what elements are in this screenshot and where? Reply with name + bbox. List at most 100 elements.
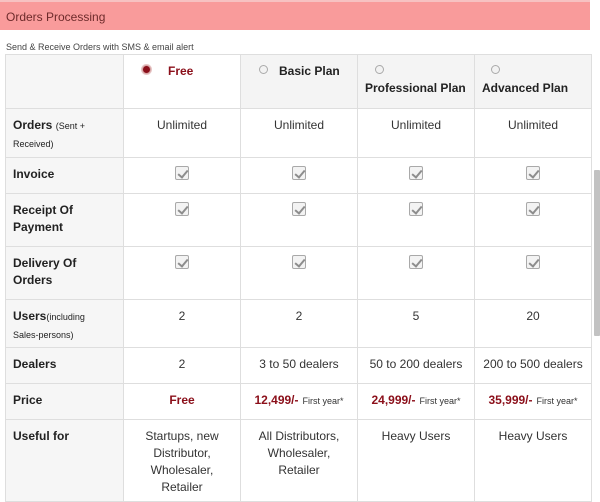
delivery-label-line1: Delivery Of [13, 256, 77, 270]
useful-basic-line: All Distributors, [258, 429, 340, 443]
orders-basic: Unlimited [240, 108, 358, 158]
checkmark-icon [175, 166, 189, 180]
receipt-advanced [474, 193, 592, 247]
receipt-label-line1: Receipt Of [13, 203, 74, 217]
table-row-price: Price Free 12,499/- First year* 24,999/- F… [5, 383, 592, 420]
price-advanced-note: First year* [536, 396, 578, 406]
row-label-receipt: Receipt Of Payment [5, 193, 124, 247]
users-basic: 2 [240, 299, 358, 348]
useful-advanced: Heavy Users [474, 419, 592, 502]
plan-name-free: Free [168, 64, 194, 78]
orders-label: Orders [13, 118, 53, 132]
invoice-basic [240, 157, 358, 194]
checkmark-icon [409, 166, 423, 180]
row-label-dealers: Dealers [5, 347, 124, 384]
table-row-dealers: Dealers 2 3 to 50 dealers 50 to 200 deal… [5, 347, 592, 384]
receipt-professional [357, 193, 475, 247]
users-professional: 5 [357, 299, 475, 348]
dealers-free: 2 [123, 347, 241, 384]
users-note-line1: (including [46, 312, 85, 322]
plan-comparison-table: Free Basic Plan Professional Plan Advanc… [5, 54, 592, 502]
section-subtitle: Send & Receive Orders with SMS & email a… [6, 42, 194, 52]
radio-advanced-icon[interactable] [491, 65, 500, 74]
vertical-scrollbar[interactable] [594, 170, 600, 336]
useful-professional: Heavy Users [357, 419, 475, 502]
table-row-useful: Useful for Startups, new Distributor, Wh… [5, 419, 592, 502]
plan-header-row: Free Basic Plan Professional Plan Advanc… [5, 54, 592, 109]
header-corner-cell [5, 54, 124, 109]
dealers-basic: 3 to 50 dealers [240, 347, 358, 384]
table-row-users: Users(including Sales-persons) 2 2 5 20 [5, 299, 592, 348]
plan-option-basic[interactable]: Basic Plan [240, 54, 358, 109]
checkmark-icon [175, 255, 189, 269]
table-row-receipt: Receipt Of Payment [5, 193, 592, 247]
checkmark-icon [526, 255, 540, 269]
users-label: Users [13, 309, 47, 323]
price-basic: 12,499/- First year* [240, 383, 358, 420]
checkmark-icon [526, 202, 540, 216]
checkmark-icon [409, 255, 423, 269]
dealers-professional: 50 to 200 dealers [357, 347, 475, 384]
useful-basic: All Distributors, Wholesaler, Retailer [240, 419, 358, 502]
price-basic-note: First year* [302, 396, 344, 406]
price-free: Free [123, 383, 241, 420]
plan-option-advanced[interactable]: Advanced Plan [474, 54, 592, 109]
radio-professional-icon[interactable] [375, 65, 384, 74]
row-label-delivery: Delivery Of Orders [5, 246, 124, 300]
price-professional: 24,999/- First year* [357, 383, 475, 420]
price-advanced-value: 35,999/- [488, 393, 533, 407]
row-label-users: Users(including Sales-persons) [5, 299, 124, 348]
orders-advanced: Unlimited [474, 108, 592, 158]
delivery-advanced [474, 246, 592, 300]
users-advanced: 20 [474, 299, 592, 348]
orders-free: Unlimited [123, 108, 241, 158]
price-professional-value: 24,999/- [371, 393, 416, 407]
plan-option-professional[interactable]: Professional Plan [357, 54, 475, 109]
dealers-advanced: 200 to 500 dealers [474, 347, 592, 384]
checkmark-icon [175, 202, 189, 216]
invoice-free [123, 157, 241, 194]
useful-basic-line: Retailer [278, 463, 320, 477]
section-title: Orders Processing [6, 10, 106, 24]
section-header: Orders Processing [0, 0, 590, 30]
invoice-advanced [474, 157, 592, 194]
price-professional-note: First year* [419, 396, 461, 406]
radio-free-selected-icon[interactable] [142, 65, 151, 74]
delivery-free [123, 246, 241, 300]
price-advanced: 35,999/- First year* [474, 383, 592, 420]
table-row-orders: Orders (Sent + Received) Unlimited Unlim… [5, 108, 592, 158]
row-label-price: Price [5, 383, 124, 420]
invoice-professional [357, 157, 475, 194]
useful-free: Startups, new Distributor, Wholesaler, R… [123, 419, 241, 502]
radio-basic-icon[interactable] [259, 65, 268, 74]
delivery-professional [357, 246, 475, 300]
delivery-label-line2: Orders [13, 273, 53, 287]
row-label-useful: Useful for [5, 419, 124, 502]
receipt-label-line2: Payment [13, 220, 64, 234]
table-row-invoice: Invoice [5, 157, 592, 194]
checkmark-icon [409, 202, 423, 216]
useful-free-line: Startups, new [145, 429, 219, 443]
useful-free-line: Distributor, [153, 446, 211, 460]
price-free-value: Free [169, 393, 195, 407]
receipt-free [123, 193, 241, 247]
checkmark-icon [292, 255, 306, 269]
orders-professional: Unlimited [357, 108, 475, 158]
price-basic-value: 12,499/- [254, 393, 299, 407]
users-free: 2 [123, 299, 241, 348]
useful-free-line: Wholesaler, [150, 463, 214, 477]
plan-option-free[interactable]: Free [123, 54, 241, 109]
checkmark-icon [526, 166, 540, 180]
users-note-line2: Sales-persons) [13, 330, 74, 340]
useful-basic-line: Wholesaler, [267, 446, 331, 460]
table-row-delivery: Delivery Of Orders [5, 246, 592, 300]
row-label-invoice: Invoice [5, 157, 124, 194]
checkmark-icon [292, 202, 306, 216]
receipt-basic [240, 193, 358, 247]
useful-free-line: Retailer [161, 480, 203, 494]
plan-name-basic: Basic Plan [279, 64, 340, 78]
plan-name-professional: Professional Plan [365, 81, 466, 95]
delivery-basic [240, 246, 358, 300]
checkmark-icon [292, 166, 306, 180]
plan-name-advanced: Advanced Plan [482, 81, 569, 95]
